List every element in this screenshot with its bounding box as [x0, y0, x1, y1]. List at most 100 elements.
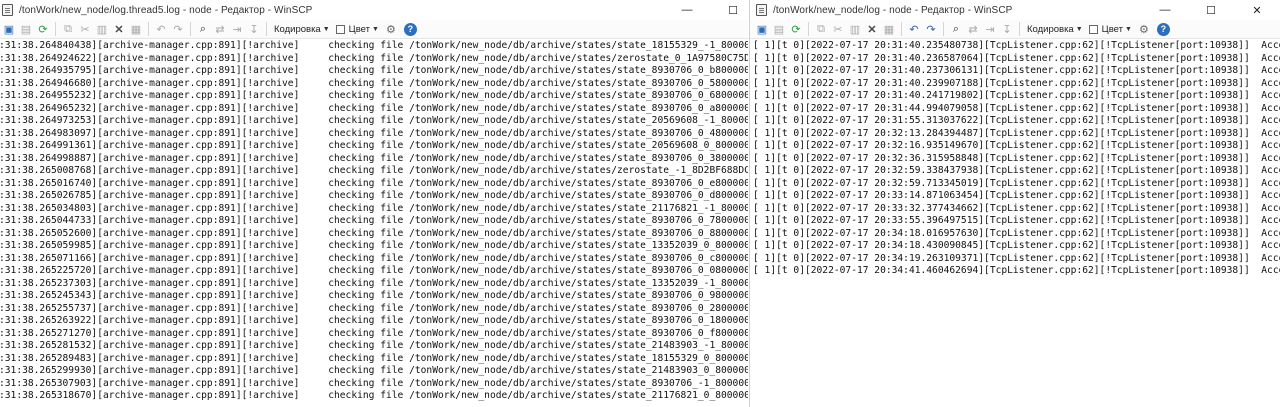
log-line: [ 1][t 0][2022-07-17 20:31:40.239907188]…: [753, 77, 1280, 89]
log-line: :31:38.265026785][archive-manager.cpp:89…: [0, 190, 748, 201]
color-checkbox[interactable]: [335, 24, 345, 34]
save-icon[interactable]: ▣: [754, 21, 770, 37]
log-line: [ 1][t 0][2022-07-17 20:31:40.236587064]…: [753, 52, 1280, 64]
log-line: :31:38.264935795][archive-manager.cpp:89…: [0, 65, 748, 76]
paste-icon[interactable]: ▥: [847, 21, 863, 37]
toolbar-separator: [55, 22, 56, 36]
log-line: :31:38.265281532][archive-manager.cpp:89…: [0, 340, 748, 351]
replace-icon[interactable]: ⇄: [965, 21, 981, 37]
log-line: :31:38.264946680][archive-manager.cpp:89…: [0, 77, 748, 89]
log-line: [ 1][t 0][2022-07-17 20:34:41.460462694]…: [753, 265, 1280, 276]
goto-line-icon[interactable]: ↧: [999, 21, 1015, 37]
redo-icon[interactable]: ↷: [170, 21, 186, 37]
window-title: /tonWork/new_node/log.thread5.log - node…: [19, 4, 313, 16]
goto-line-icon[interactable]: ↧: [246, 21, 262, 37]
color-label: Цвет: [1101, 23, 1123, 35]
log-line: :31:38.265271270][archive-manager.cpp:89…: [0, 327, 748, 339]
save-as-icon[interactable]: ▤: [771, 21, 787, 37]
minimize-button[interactable]: —: [664, 0, 710, 20]
title-bar[interactable]: /tonWork/new_node/log.thread5.log - node…: [0, 0, 748, 20]
log-line: :31:38.264998887][archive-manager.cpp:89…: [0, 152, 748, 164]
text-editor[interactable]: [ 1][t 0][2022-07-17 20:31:40.235480738]…: [750, 40, 1280, 407]
minimize-button[interactable]: —: [1142, 0, 1188, 20]
encoding-dropdown[interactable]: Кодировка ▼: [274, 24, 330, 35]
undo-icon[interactable]: ↶: [153, 21, 169, 37]
color-dropdown[interactable]: Цвет ▼: [1102, 24, 1132, 35]
find-next-icon[interactable]: ⇥: [982, 21, 998, 37]
log-line: :31:38.265016740][archive-manager.cpp:89…: [0, 177, 748, 189]
encoding-dropdown[interactable]: Кодировка ▼: [1027, 24, 1083, 35]
help-icon[interactable]: ?: [1156, 22, 1170, 36]
title-bar[interactable]: /tonWork/new_node/log - node - Редактор …: [750, 0, 1280, 20]
log-line: :31:38.264983097][archive-manager.cpp:89…: [0, 127, 748, 139]
close-button[interactable]: ✕: [1234, 0, 1280, 20]
log-line: [ 1][t 0][2022-07-17 20:32:16.935149670]…: [753, 140, 1280, 151]
color-dropdown[interactable]: Цвет ▼: [349, 24, 379, 35]
log-line: :31:38.265225720][archive-manager.cpp:89…: [0, 265, 748, 276]
log-line: :31:38.265059985][archive-manager.cpp:89…: [0, 240, 748, 251]
reload-icon[interactable]: ⟳: [788, 21, 804, 37]
cut-icon[interactable]: ✂: [830, 21, 846, 37]
undo-icon[interactable]: ↶: [906, 21, 922, 37]
toolbar-separator: [943, 22, 944, 36]
replace-icon[interactable]: ⇄: [212, 21, 228, 37]
window-title: /tonWork/new_node/log - node - Редактор …: [773, 4, 1013, 16]
encoding-label: Кодировка: [1027, 23, 1074, 35]
editor-toolbar: ▣ ▤ ⟳ ⧉ ✂ ▥ ✕ ▦ ↶ ↷ ⌕ ⇄ ⇥ ↧ Кодировка ▼ …: [0, 20, 748, 39]
log-line: [ 1][t 0][2022-07-17 20:31:55.313037622]…: [753, 115, 1280, 126]
log-line: [ 1][t 0][2022-07-17 20:31:40.235480738]…: [753, 40, 1280, 51]
find-icon[interactable]: ⌕: [948, 21, 964, 37]
log-line: :31:38.265263922][archive-manager.cpp:89…: [0, 315, 748, 326]
delete-icon[interactable]: ✕: [864, 21, 880, 37]
log-line: :31:38.265237303][archive-manager.cpp:89…: [0, 277, 748, 289]
maximize-button[interactable]: ☐: [710, 0, 748, 20]
delete-icon[interactable]: ✕: [111, 21, 127, 37]
toolbar-separator: [1019, 22, 1020, 36]
log-line: [ 1][t 0][2022-07-17 20:32:59.338437938]…: [753, 165, 1280, 176]
log-line: [ 1][t 0][2022-07-17 20:33:14.871063454]…: [753, 190, 1280, 201]
redo-icon[interactable]: ↷: [923, 21, 939, 37]
encoding-label: Кодировка: [274, 23, 321, 35]
log-line: :31:38.265289483][archive-manager.cpp:89…: [0, 352, 748, 364]
log-line: [ 1][t 0][2022-07-17 20:33:32.377434662]…: [753, 202, 1280, 214]
chevron-down-icon: ▼: [1075, 25, 1083, 33]
log-line: :31:38.265071166][archive-manager.cpp:89…: [0, 252, 748, 264]
log-line: [ 1][t 0][2022-07-17 20:34:18.430090845]…: [753, 240, 1280, 251]
log-line: :31:38.264991361][archive-manager.cpp:89…: [0, 140, 748, 151]
toolbar-separator: [266, 22, 267, 36]
chevron-down-icon: ▼: [371, 25, 379, 33]
find-icon[interactable]: ⌕: [195, 21, 211, 37]
log-line: :31:38.265318670][archive-manager.cpp:89…: [0, 390, 748, 401]
toolbar-separator: [808, 22, 809, 36]
help-icon[interactable]: ?: [403, 22, 417, 36]
log-line: [ 1][t 0][2022-07-17 20:32:59.713345019]…: [753, 177, 1280, 189]
copy-icon[interactable]: ⧉: [813, 21, 829, 37]
gear-icon[interactable]: ⚙: [1136, 21, 1152, 37]
log-line: :31:38.265255737][archive-manager.cpp:89…: [0, 302, 748, 314]
maximize-button[interactable]: ☐: [1188, 0, 1234, 20]
log-line: :31:38.265052600][archive-manager.cpp:89…: [0, 227, 748, 239]
log-line: :31:38.264924622][archive-manager.cpp:89…: [0, 52, 748, 64]
save-icon[interactable]: ▣: [1, 21, 17, 37]
copy-icon[interactable]: ⧉: [60, 21, 76, 37]
log-line: :31:38.264840438][archive-manager.cpp:89…: [0, 40, 748, 51]
log-line: :31:38.265044733][archive-manager.cpp:89…: [0, 215, 748, 226]
log-line: :31:38.265034803][archive-manager.cpp:89…: [0, 202, 748, 214]
log-line: :31:38.264973253][archive-manager.cpp:89…: [0, 115, 748, 126]
log-line: :31:38.264955232][archive-manager.cpp:89…: [0, 90, 748, 101]
gear-icon[interactable]: ⚙: [383, 21, 399, 37]
cut-icon[interactable]: ✂: [77, 21, 93, 37]
select-all-icon[interactable]: ▦: [881, 21, 897, 37]
reload-icon[interactable]: ⟳: [35, 21, 51, 37]
toolbar-separator: [148, 22, 149, 36]
save-as-icon[interactable]: ▤: [18, 21, 34, 37]
log-line: [ 1][t 0][2022-07-17 20:31:40.237306131]…: [753, 65, 1280, 76]
paste-icon[interactable]: ▥: [94, 21, 110, 37]
color-checkbox[interactable]: [1088, 24, 1098, 34]
select-all-icon[interactable]: ▦: [128, 21, 144, 37]
log-line: [ 1][t 0][2022-07-17 20:34:18.016957630]…: [753, 227, 1280, 239]
text-editor[interactable]: :31:38.264840438][archive-manager.cpp:89…: [0, 40, 748, 407]
toolbar-separator: [901, 22, 902, 36]
log-line: :31:38.265008768][archive-manager.cpp:89…: [0, 165, 748, 176]
find-next-icon[interactable]: ⇥: [229, 21, 245, 37]
